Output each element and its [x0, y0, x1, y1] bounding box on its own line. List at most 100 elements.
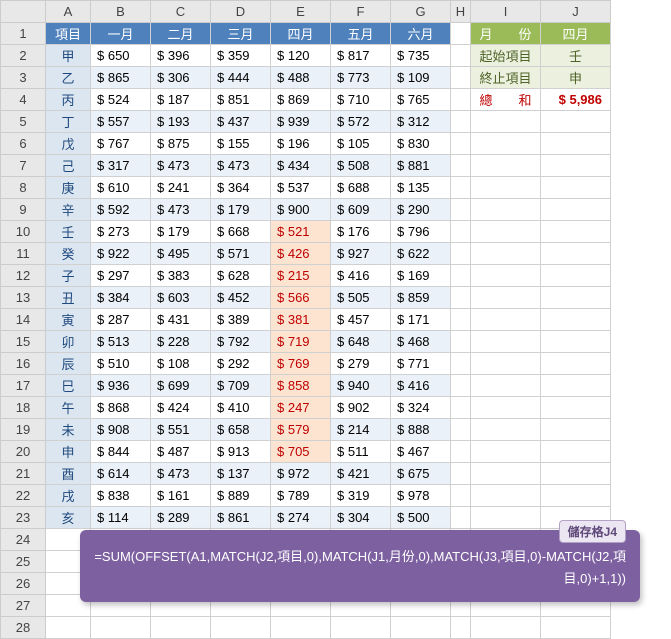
empty-cell[interactable]: [471, 617, 541, 639]
data-cell[interactable]: $ 551: [151, 419, 211, 441]
item-label[interactable]: 戊: [46, 133, 91, 155]
empty-cell[interactable]: [541, 617, 611, 639]
item-label[interactable]: 子: [46, 265, 91, 287]
data-cell[interactable]: $ 488: [271, 67, 331, 89]
cell-I[interactable]: [471, 419, 541, 441]
data-cell[interactable]: $ 889: [211, 485, 271, 507]
row-header-28[interactable]: 28: [1, 617, 46, 639]
data-cell[interactable]: $ 247: [271, 397, 331, 419]
data-cell[interactable]: $ 719: [271, 331, 331, 353]
col-H[interactable]: H: [451, 1, 471, 23]
cell-H[interactable]: [451, 353, 471, 375]
data-cell[interactable]: $ 675: [391, 463, 451, 485]
cell-month-hdr[interactable]: 二月: [151, 23, 211, 45]
data-cell[interactable]: $ 972: [271, 463, 331, 485]
data-cell[interactable]: $ 614: [91, 463, 151, 485]
cell-month-hdr[interactable]: 一月: [91, 23, 151, 45]
cell-H[interactable]: [451, 419, 471, 441]
row-header-6[interactable]: 6: [1, 133, 46, 155]
item-label[interactable]: 戌: [46, 485, 91, 507]
row-header-27[interactable]: 27: [1, 595, 46, 617]
data-cell[interactable]: $ 383: [151, 265, 211, 287]
data-cell[interactable]: $ 473: [151, 463, 211, 485]
row-header-24[interactable]: 24: [1, 529, 46, 551]
data-cell[interactable]: $ 789: [271, 485, 331, 507]
col-A[interactable]: A: [46, 1, 91, 23]
data-cell[interactable]: $ 176: [331, 221, 391, 243]
data-cell[interactable]: $ 668: [211, 221, 271, 243]
item-label[interactable]: 己: [46, 155, 91, 177]
data-cell[interactable]: $ 510: [91, 353, 151, 375]
data-cell[interactable]: $ 513: [91, 331, 151, 353]
cell-H[interactable]: [451, 331, 471, 353]
data-cell[interactable]: $ 424: [151, 397, 211, 419]
data-cell[interactable]: $ 319: [331, 485, 391, 507]
item-label[interactable]: 甲: [46, 45, 91, 67]
cell-J[interactable]: [541, 419, 611, 441]
data-cell[interactable]: $ 913: [211, 441, 271, 463]
data-cell[interactable]: $ 187: [151, 89, 211, 111]
cell-I[interactable]: [471, 485, 541, 507]
data-cell[interactable]: $ 765: [391, 89, 451, 111]
item-label[interactable]: 丁: [46, 111, 91, 133]
data-cell[interactable]: $ 105: [331, 133, 391, 155]
data-cell[interactable]: $ 473: [151, 199, 211, 221]
row-header-10[interactable]: 10: [1, 221, 46, 243]
data-cell[interactable]: $ 161: [151, 485, 211, 507]
data-cell[interactable]: $ 922: [91, 243, 151, 265]
item-label[interactable]: 未: [46, 419, 91, 441]
cell-I[interactable]: [471, 397, 541, 419]
row-header-22[interactable]: 22: [1, 485, 46, 507]
item-label[interactable]: 辰: [46, 353, 91, 375]
data-cell[interactable]: $ 628: [211, 265, 271, 287]
data-cell[interactable]: $ 317: [91, 155, 151, 177]
cell-I[interactable]: [471, 353, 541, 375]
data-cell[interactable]: $ 434: [271, 155, 331, 177]
data-cell[interactable]: $ 468: [391, 331, 451, 353]
data-cell[interactable]: $ 416: [331, 265, 391, 287]
start-val[interactable]: 壬: [541, 45, 611, 67]
data-cell[interactable]: $ 416: [391, 375, 451, 397]
data-cell[interactable]: $ 426: [271, 243, 331, 265]
data-cell[interactable]: $ 228: [151, 331, 211, 353]
data-cell[interactable]: $ 109: [391, 67, 451, 89]
data-cell[interactable]: $ 289: [151, 507, 211, 529]
row-header-13[interactable]: 13: [1, 287, 46, 309]
data-cell[interactable]: $ 709: [211, 375, 271, 397]
data-cell[interactable]: $ 851: [211, 89, 271, 111]
row-header-9[interactable]: 9: [1, 199, 46, 221]
data-cell[interactable]: $ 830: [391, 133, 451, 155]
cell-J[interactable]: [541, 441, 611, 463]
cell-I[interactable]: [471, 507, 541, 529]
row-header-17[interactable]: 17: [1, 375, 46, 397]
data-cell[interactable]: $ 936: [91, 375, 151, 397]
data-cell[interactable]: $ 495: [151, 243, 211, 265]
row-header-1[interactable]: 1: [1, 23, 46, 45]
cell-J[interactable]: [541, 309, 611, 331]
cell-J[interactable]: [541, 485, 611, 507]
item-label[interactable]: 乙: [46, 67, 91, 89]
data-cell[interactable]: $ 537: [271, 177, 331, 199]
data-cell[interactable]: $ 572: [331, 111, 391, 133]
item-label[interactable]: 亥: [46, 507, 91, 529]
empty-cell[interactable]: [391, 617, 451, 639]
select-all-corner[interactable]: [1, 1, 46, 23]
data-cell[interactable]: $ 859: [391, 287, 451, 309]
data-cell[interactable]: $ 169: [391, 265, 451, 287]
cell-I[interactable]: [471, 133, 541, 155]
row-header-2[interactable]: 2: [1, 45, 46, 67]
cell-I[interactable]: [471, 463, 541, 485]
data-cell[interactable]: $ 467: [391, 441, 451, 463]
cell-I[interactable]: [471, 221, 541, 243]
empty-cell[interactable]: [46, 617, 91, 639]
data-cell[interactable]: $ 114: [91, 507, 151, 529]
col-E[interactable]: E: [271, 1, 331, 23]
cell-H[interactable]: [451, 177, 471, 199]
data-cell[interactable]: $ 437: [211, 111, 271, 133]
row-header-14[interactable]: 14: [1, 309, 46, 331]
data-cell[interactable]: $ 508: [331, 155, 391, 177]
data-cell[interactable]: $ 304: [331, 507, 391, 529]
data-cell[interactable]: $ 796: [391, 221, 451, 243]
data-cell[interactable]: $ 773: [331, 67, 391, 89]
empty-cell[interactable]: [91, 617, 151, 639]
